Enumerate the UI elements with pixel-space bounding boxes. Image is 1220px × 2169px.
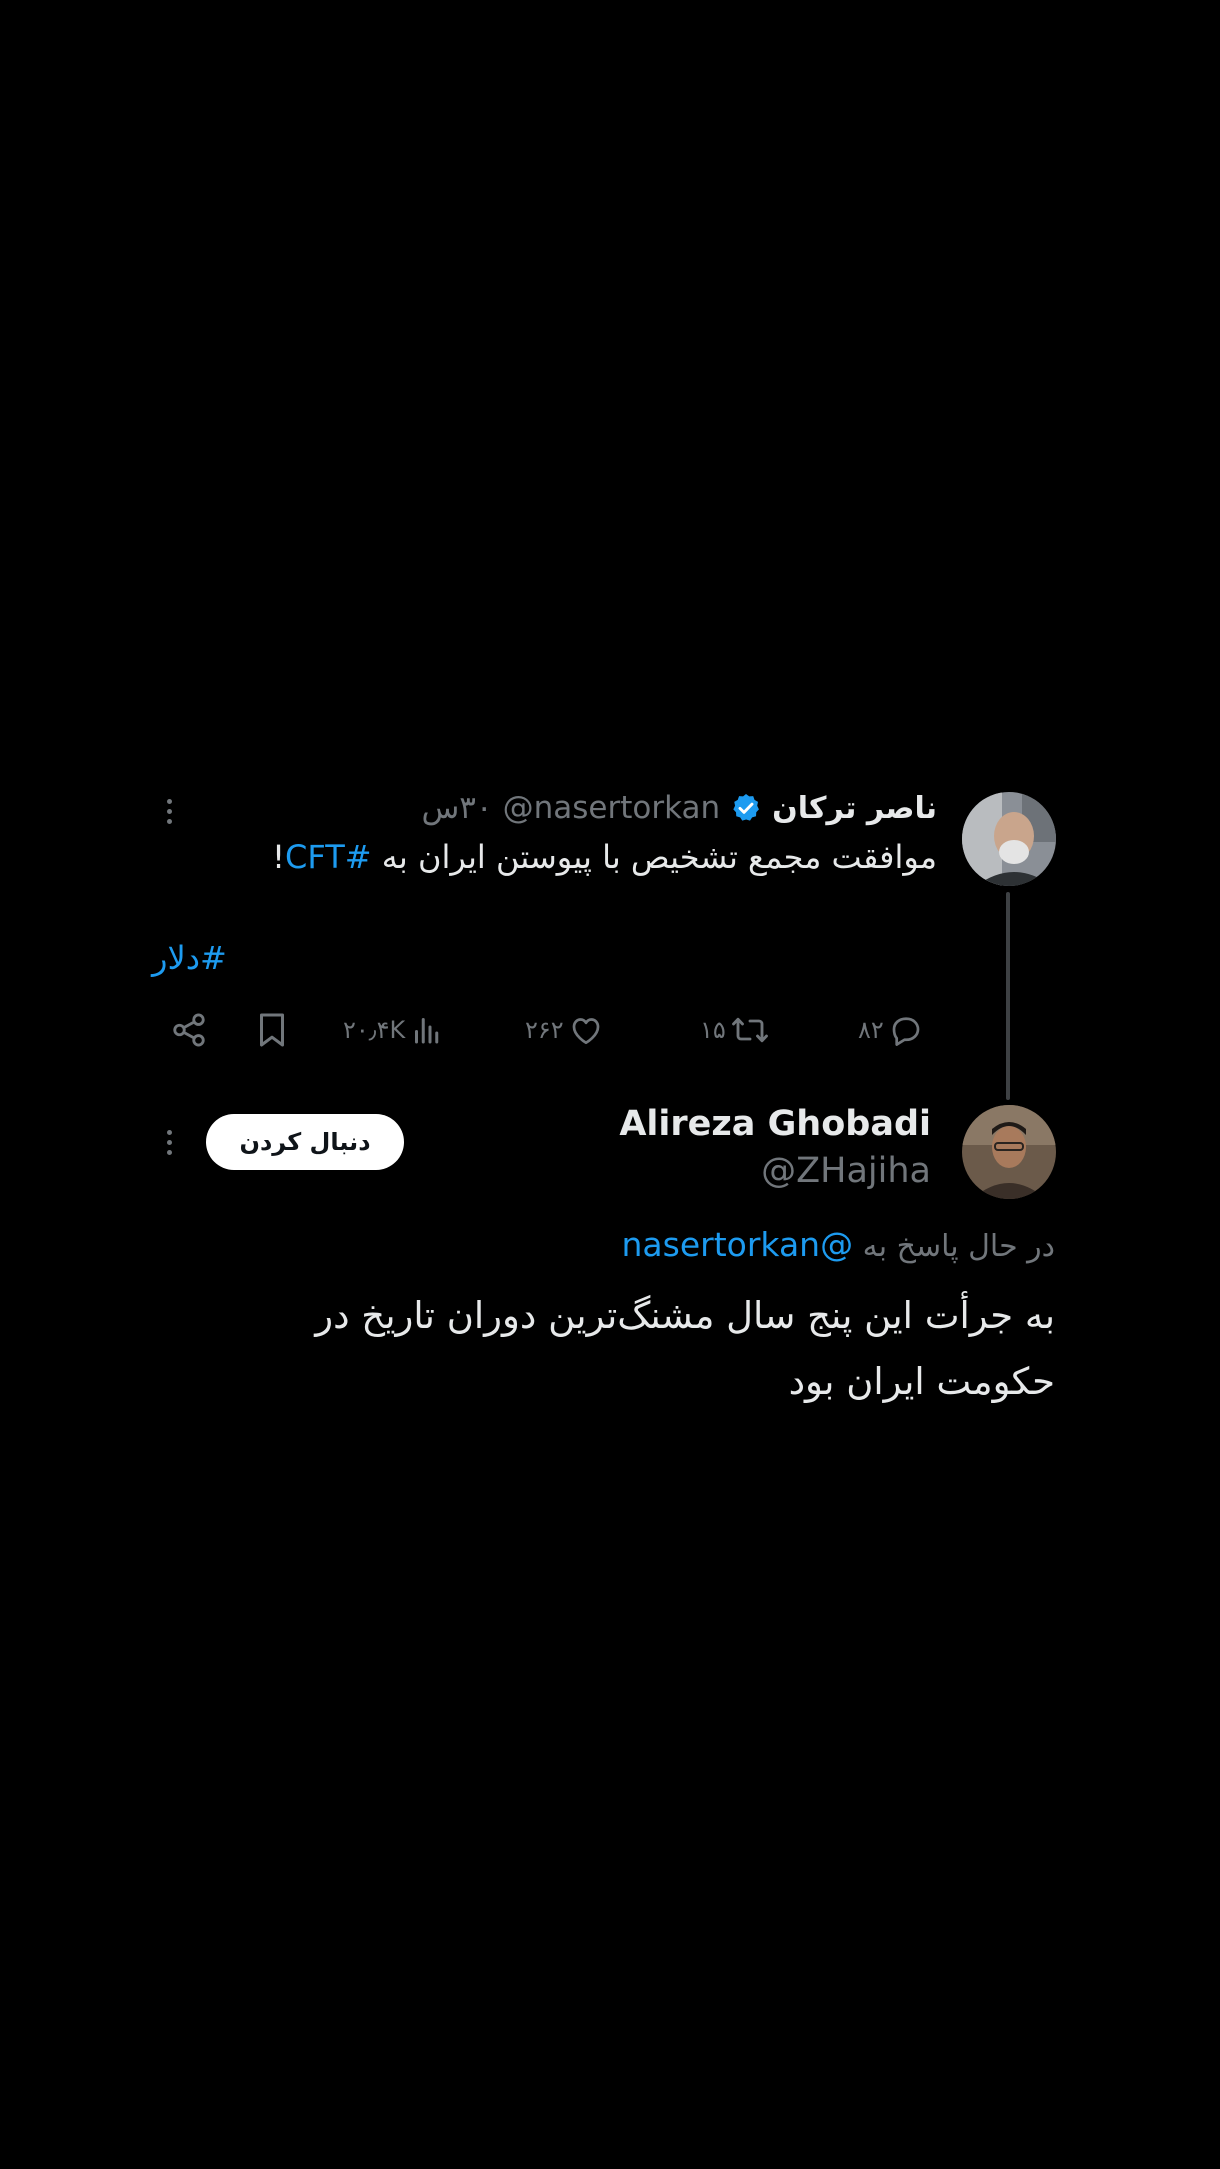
- like-action[interactable]: ۲۶۲: [525, 1005, 604, 1055]
- replying-to-line: در حال پاسخ به @nasertorkan: [622, 1220, 1055, 1272]
- views-icon: [415, 1018, 439, 1044]
- reply-count: ۸۲: [858, 1016, 884, 1044]
- views-action[interactable]: ۲۰٫۴K: [343, 1005, 445, 1055]
- tweet1-header: ناصر ترکان @nasertorkan ۳۰س: [421, 784, 937, 832]
- tweet2-header: Alireza Ghobadi @ZHajiha: [619, 1100, 931, 1194]
- tweet1-more-icon[interactable]: [157, 789, 181, 833]
- avatar-nasertorkan[interactable]: [962, 792, 1056, 886]
- reply-action[interactable]: ۸۲: [858, 1005, 924, 1055]
- follow-button[interactable]: دنبال کردن: [206, 1114, 404, 1170]
- tweet1-text-end: !: [272, 838, 285, 876]
- hashtag-dollar-link[interactable]: #دلار: [152, 933, 227, 983]
- replying-to-label: در حال پاسخ به: [853, 1229, 1055, 1264]
- tweet1-text-body: موافقت مجمع تشخیص با پیوستن ایران به: [371, 838, 937, 876]
- reply-icon: [892, 1017, 920, 1046]
- like-icon: [572, 1018, 600, 1045]
- verified-badge-icon: [730, 792, 762, 824]
- bookmark-action[interactable]: [254, 1005, 290, 1055]
- retweet-icon: [731, 1017, 768, 1043]
- retweet-action[interactable]: ۱۵: [700, 1005, 770, 1055]
- tweet2-text: به جرأت این پنج سال مشنگ‌ترین دوران تاری…: [315, 1294, 1055, 1403]
- reply-mention-link[interactable]: @nasertorkan: [622, 1225, 854, 1264]
- share-icon: [173, 1013, 205, 1047]
- bookmark-icon: [260, 1013, 284, 1047]
- tweet1-author-name[interactable]: ناصر ترکان: [772, 791, 937, 826]
- tweet-thread-screen: ناصر ترکان @nasertorkan ۳۰س موافقت مجمع …: [0, 0, 1220, 2169]
- hashtag-cft-link[interactable]: #CFT: [285, 838, 372, 876]
- like-count: ۲۶۲: [525, 1016, 564, 1044]
- retweet-count: ۱۵: [700, 1016, 726, 1044]
- tweet1-time[interactable]: ۳۰س: [421, 790, 492, 826]
- share-action[interactable]: [170, 1005, 208, 1055]
- tweet1-text: موافقت مجمع تشخیص با پیوستن ایران به #CF…: [272, 832, 937, 882]
- tweet1-handle[interactable]: @nasertorkan: [503, 790, 721, 826]
- avatar-zhajiha[interactable]: [962, 1105, 1056, 1199]
- tweet2-handle[interactable]: @ZHajiha: [619, 1148, 931, 1194]
- tweet2-author-name[interactable]: Alireza Ghobadi: [619, 1100, 931, 1148]
- thread-connector-line: [1006, 892, 1010, 1100]
- tweet2-more-icon[interactable]: [157, 1120, 181, 1164]
- views-count: ۲۰٫۴K: [343, 1016, 406, 1044]
